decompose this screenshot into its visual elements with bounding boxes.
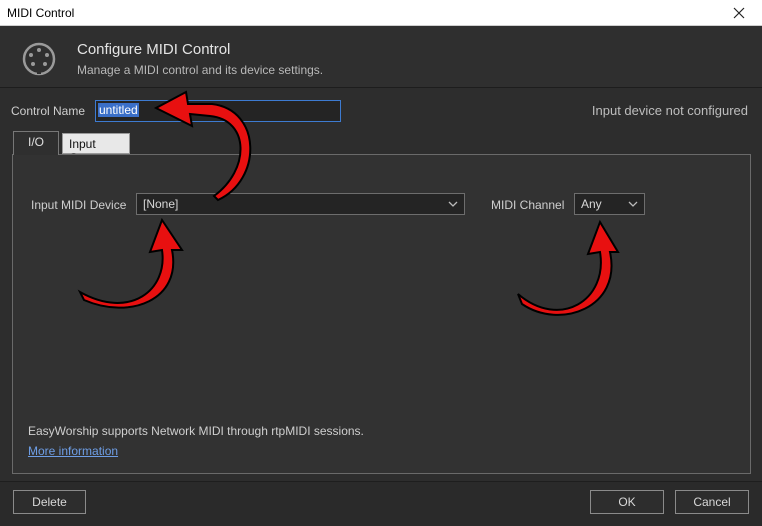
- input-midi-device-label: Input MIDI Device: [31, 198, 127, 212]
- dialog-subtitle: Manage a MIDI control and its device set…: [77, 63, 324, 77]
- network-midi-note: EasyWorship supports Network MIDI throug…: [28, 424, 364, 438]
- input-midi-device-value: [None]: [143, 197, 179, 211]
- cancel-button[interactable]: Cancel: [675, 490, 749, 514]
- delete-button[interactable]: Delete: [13, 490, 86, 514]
- window-title: MIDI Control: [7, 6, 75, 20]
- status-text: Input device not configured: [591, 103, 748, 118]
- ok-button[interactable]: OK: [590, 490, 664, 514]
- control-name-value: untitled: [98, 103, 139, 117]
- close-icon: [733, 7, 745, 19]
- input-midi-device-select[interactable]: [None]: [136, 193, 465, 215]
- control-name-label: Control Name: [11, 104, 86, 118]
- chevron-down-icon: [448, 201, 458, 207]
- midi-connector-icon: [22, 42, 56, 79]
- dialog-title: Configure MIDI Control: [77, 41, 231, 58]
- cancel-button-label: Cancel: [693, 495, 731, 509]
- dialog-header: Configure MIDI Control Manage a MIDI con…: [0, 26, 762, 88]
- tab-input-cues[interactable]: Input Cues: [62, 133, 130, 165]
- more-information-link[interactable]: More information: [28, 444, 118, 458]
- window-titlebar: MIDI Control: [0, 0, 762, 26]
- tab-io[interactable]: I/O: [13, 131, 59, 155]
- close-window-button[interactable]: [716, 0, 762, 26]
- control-name-input[interactable]: untitled: [95, 100, 341, 122]
- chevron-down-icon: [628, 201, 638, 207]
- tab-io-label: I/O: [27, 135, 44, 149]
- midi-channel-label: MIDI Channel: [491, 198, 565, 212]
- ok-button-label: OK: [618, 495, 636, 509]
- midi-channel-select[interactable]: Any: [574, 193, 645, 215]
- midi-channel-value: Any: [581, 197, 602, 211]
- delete-button-label: Delete: [32, 495, 67, 509]
